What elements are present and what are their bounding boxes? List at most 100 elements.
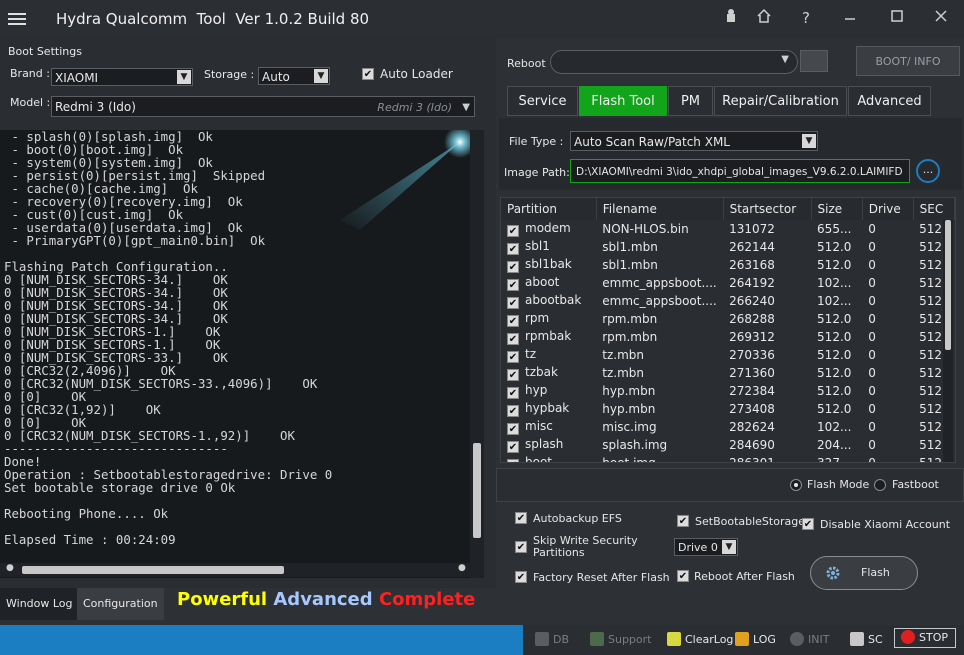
flash-button[interactable]: Flash [810,556,918,590]
drive-select[interactable]: Drive 0 ▼ [674,538,738,556]
storage-select[interactable]: Auto ▼ [258,67,330,85]
gear-icon [825,565,841,581]
support-button[interactable]: Support [590,632,651,648]
table-vertical-scrollbar[interactable] [943,220,953,462]
tab-advanced[interactable]: Advanced [848,86,931,116]
tab-pm[interactable]: PM [668,86,713,116]
table-row[interactable]: ✔ rpm rpm.mbn 268288 512.0 0 512 [501,310,955,328]
table-row[interactable]: ✔bootboot.img286301327...0512 [501,454,955,462]
help-icon[interactable]: ? [795,8,817,28]
table-cell: 0 [868,348,876,362]
brand-label: Brand : [10,67,50,80]
partition-cell: ✔ splash [501,436,596,454]
table-row[interactable]: ✔ splash splash.img 284690 204... 0 512 [501,436,955,454]
log-vertical-scrollbar[interactable] [470,130,484,578]
factory-reset-checkbox[interactable]: ✔ [515,571,527,583]
close-icon[interactable] [930,8,952,28]
model-select[interactable]: Redmi 3 (Ido) Redmi 3 (Ido) ▼ [51,96,475,117]
table-cell: emmc_appsboot.... [602,276,717,290]
table-row[interactable]: ✔ tzbak tz.mbn 271360 512.0 0 512 [501,364,955,382]
table-row[interactable]: ✔ aboot emmc_appsboot.... 264192 102... 0 512 [501,274,955,292]
auto-loader-checkbox[interactable]: ✔ [362,68,374,80]
disable-xiaomi-checkbox[interactable]: ✔ [802,518,814,530]
log-output[interactable]: - splash(0)[splash.img] Ok - boot(0)[boo… [0,130,470,578]
tab-configuration[interactable]: Configuration [77,588,164,620]
table-cell: 0 [868,312,876,326]
partition-cell: ✔ tzbak [501,364,596,382]
table-cell: 264192 [729,276,775,290]
file-type-select[interactable]: Auto Scan Raw/Patch XML ▼ [570,131,818,151]
user-icon[interactable] [720,8,742,28]
boot-info-button[interactable]: BOOT/ INFO [856,46,960,76]
table-row[interactable]: ✔ tz tz.mbn 270336 512.0 0 512 [501,346,955,364]
maximize-icon[interactable] [886,8,908,28]
set-bootable-checkbox[interactable]: ✔ [677,515,689,527]
db-status[interactable]: DB [535,632,569,648]
partition-cell: ✔ abootbak [501,292,596,310]
partition-checkbox[interactable]: ✔ [507,243,519,255]
screenshot-button[interactable]: SC [850,632,883,648]
table-cell: rpm.mbn [602,312,658,326]
table-row[interactable]: ✔ modem NON-HLOS.bin 131072 655... 0 512 [501,220,955,238]
autobackup-efs-checkbox[interactable]: ✔ [515,512,527,524]
partition-checkbox[interactable]: ✔ [507,387,519,399]
image-path-input[interactable]: D:\XIAOMI\redmi 3\ido_xhdpi_global_image… [570,159,910,183]
flash-mode-radio[interactable] [790,479,802,491]
fastboot-radio[interactable] [874,479,886,491]
partition-checkbox[interactable]: ✔ [507,225,519,237]
reboot-go-button[interactable] [800,50,828,72]
tab-flash-tool[interactable]: Flash Tool [579,86,667,116]
table-row[interactable]: ✔ hypbak hyp.mbn 273408 512.0 0 512 [501,400,955,418]
col-filename[interactable]: Filename [596,198,724,220]
partition-cell: ✔ rpm [501,310,596,328]
table-cell: 512.0 [817,240,852,254]
partition-checkbox[interactable]: ✔ [507,333,519,345]
hamburger-menu-icon[interactable] [8,10,26,26]
table-cell: tz.mbn [602,348,644,362]
browse-button[interactable]: ... [916,159,940,183]
table-cell: 263168 [729,258,775,272]
reboot-select[interactable]: ▼ [550,50,798,74]
table-cell: 284690 [729,438,775,452]
partition-checkbox[interactable]: ✔ [507,369,519,381]
col-partition[interactable]: Partition [501,198,597,220]
table-row[interactable]: ✔ rpmbak rpm.mbn 269312 512.0 0 512 [501,328,955,346]
table-cell: tz.mbn [602,366,644,380]
brand-select[interactable]: XIAOMI ▼ [51,68,193,86]
flash-mode-label: Flash Mode [807,478,870,491]
log-button[interactable]: LOG [735,632,776,648]
table-row[interactable]: ✔ abootbak emmc_appsboot.... 266240 102... 0 5… [501,292,955,310]
minimize-icon[interactable] [839,8,861,28]
col-size[interactable]: Size [811,198,863,220]
table-row[interactable]: ✔ misc misc.img 282624 102... 0 512 [501,418,955,436]
partition-checkbox[interactable]: ✔ [507,261,519,273]
log-horizontal-scrollbar[interactable]: ● ● [0,563,470,577]
partition-checkbox[interactable]: ✔ [507,315,519,327]
tab-service[interactable]: Service [507,86,578,116]
clearlog-button[interactable]: ClearLog [667,632,733,648]
partition-checkbox[interactable]: ✔ [507,405,519,417]
auto-loader-label: Auto Loader [380,67,453,81]
init-button[interactable]: INIT [790,632,829,648]
table-row[interactable]: ✔ sbl1bak sbl1.mbn 263168 512.0 0 512 [501,256,955,274]
home-icon[interactable] [753,8,775,28]
table-row[interactable]: ✔ sbl1 sbl1.mbn 262144 512.0 0 512 [501,238,955,256]
partition-name: hypbak [525,401,570,415]
camera-icon [850,632,864,646]
tab-repair-calibration[interactable]: Repair/Calibration [714,86,847,116]
reboot-after-checkbox[interactable]: ✔ [677,570,689,582]
col-sec[interactable]: SEC [913,198,955,220]
skip-write-checkbox[interactable]: ✔ [515,541,527,553]
table-cell: 0 [868,240,876,254]
partition-checkbox[interactable]: ✔ [507,279,519,291]
tab-window-log[interactable]: Window Log [0,588,79,620]
partition-checkbox[interactable]: ✔ [507,351,519,363]
table-row[interactable]: ✔ hyp hyp.mbn 272384 512.0 0 512 [501,382,955,400]
stop-button[interactable]: STOP [894,628,956,648]
partition-checkbox[interactable]: ✔ [507,459,519,462]
partition-checkbox[interactable]: ✔ [507,423,519,435]
col-startsector[interactable]: Startsector [723,198,812,220]
partition-checkbox[interactable]: ✔ [507,441,519,453]
partition-checkbox[interactable]: ✔ [507,297,519,309]
col-drive[interactable]: Drive [862,198,914,220]
